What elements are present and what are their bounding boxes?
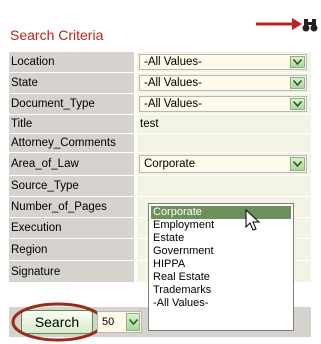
dropdown-option-hippa[interactable]: HIPPA bbox=[151, 258, 291, 271]
binoculars-icon[interactable] bbox=[302, 19, 318, 32]
state-select[interactable]: -All Values- bbox=[139, 75, 307, 91]
criteria-row-location: Location -All Values- bbox=[9, 52, 311, 73]
location-select[interactable]: -All Values- bbox=[139, 54, 307, 70]
dropdown-option-trademarks[interactable]: Trademarks bbox=[151, 284, 291, 297]
title-input[interactable]: test bbox=[137, 115, 311, 133]
criteria-row-source-type: Source_Type bbox=[9, 176, 311, 197]
dropdown-option-government[interactable]: Government bbox=[151, 245, 291, 258]
document-type-select[interactable]: -All Values- bbox=[139, 96, 307, 112]
dropdown-option-employment[interactable]: Employment bbox=[151, 219, 291, 232]
field-label: Location bbox=[9, 52, 135, 72]
attorney-comments-input[interactable] bbox=[137, 134, 311, 152]
area-of-law-select[interactable]: Corporate bbox=[139, 155, 307, 173]
dropdown-option-estate[interactable]: Estate bbox=[151, 232, 291, 245]
chevron-down-icon[interactable] bbox=[290, 56, 305, 68]
field-label: Source_Type bbox=[9, 176, 135, 196]
dropdown-option-all-values[interactable]: -All Values- bbox=[151, 297, 291, 310]
dropdown-option-corporate[interactable]: Corporate bbox=[151, 206, 291, 219]
chevron-down-icon[interactable] bbox=[290, 157, 305, 171]
area-of-law-dropdown-list: Corporate Employment Estate Government H… bbox=[148, 203, 294, 331]
select-value: Corporate bbox=[144, 158, 196, 170]
field-cell: -All Values- bbox=[137, 94, 311, 114]
criteria-row-area-of-law: Area_of_Law Corporate bbox=[9, 153, 311, 176]
criteria-row-state: State -All Values- bbox=[9, 73, 311, 94]
field-label: Area_of_Law bbox=[9, 153, 135, 175]
select-value: -All Values- bbox=[144, 56, 202, 68]
field-cell: -All Values- bbox=[137, 52, 311, 72]
source-type-input[interactable] bbox=[137, 176, 311, 196]
field-cell: Corporate bbox=[137, 153, 311, 175]
panel-title: Search Criteria bbox=[10, 27, 104, 43]
criteria-row-document-type: Document_Type -All Values- bbox=[9, 94, 311, 115]
field-label: Execution bbox=[9, 218, 135, 238]
select-value: -All Values- bbox=[144, 98, 202, 110]
annotation-arrow-icon bbox=[256, 18, 318, 32]
select-value: -All Values- bbox=[144, 77, 202, 89]
criteria-row-title: Title test bbox=[9, 115, 311, 134]
field-cell: -All Values- bbox=[137, 73, 311, 93]
chevron-down-icon[interactable] bbox=[290, 77, 305, 89]
dropdown-option-real-estate[interactable]: Real Estate bbox=[151, 271, 291, 284]
chevron-down-icon[interactable] bbox=[126, 313, 140, 331]
field-label: Signature bbox=[9, 261, 135, 282]
mouse-cursor-icon bbox=[245, 209, 261, 231]
chevron-down-icon[interactable] bbox=[290, 98, 305, 110]
select-value: 50 bbox=[102, 316, 115, 328]
field-label: Attorney_Comments bbox=[9, 134, 135, 152]
field-label: Title bbox=[9, 115, 135, 133]
results-count-select[interactable]: 50 bbox=[97, 311, 142, 333]
field-label: State bbox=[9, 73, 135, 93]
field-label: Region bbox=[9, 239, 135, 260]
field-label: Number_of_Pages bbox=[9, 197, 135, 217]
criteria-row-attorney-comments: Attorney_Comments bbox=[9, 134, 311, 153]
field-label: Document_Type bbox=[9, 94, 135, 114]
